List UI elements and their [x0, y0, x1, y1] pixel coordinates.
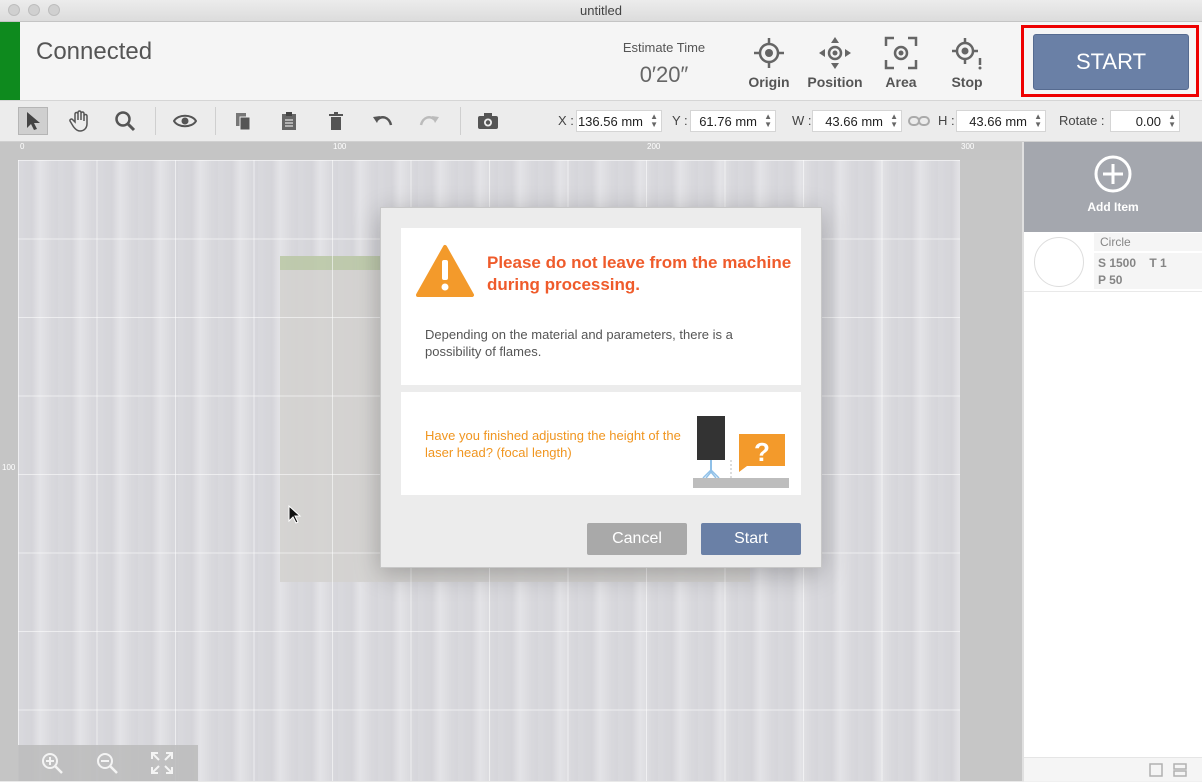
edit-toolbar: X : 136.56 mm ▲ ▼ Y : 61.76 mm ▲ ▼ W : 43.66…	[0, 101, 1202, 142]
w-label: W :	[792, 113, 812, 128]
warning-message: Depending on the material and parameters…	[425, 327, 733, 359]
area-label: Area	[885, 74, 917, 90]
rotate-value: 0.00	[1135, 114, 1161, 129]
x-position-input[interactable]: 136.56 mm ▲ ▼	[576, 110, 662, 132]
toolbar-separator	[155, 107, 156, 135]
mouse-cursor-icon	[288, 505, 302, 524]
copy-icon	[236, 113, 251, 131]
position-label: Position	[807, 74, 863, 90]
zoom-tool[interactable]	[110, 107, 140, 135]
focus-question: Have you finished adjusting the height o…	[425, 428, 681, 460]
h-stepper[interactable]: ▲ ▼	[1034, 113, 1042, 129]
x-value: 136.56 mm	[577, 114, 643, 129]
y-value: 61.76 mm	[699, 114, 757, 129]
machine-topbar: Connected Estimate Time 0′20″ Origin Pos…	[0, 22, 1202, 101]
paste-tool[interactable]	[274, 107, 304, 135]
camera-tool[interactable]	[473, 107, 503, 135]
stop-button[interactable]: Stop	[934, 32, 1000, 96]
copy-tool[interactable]	[228, 107, 258, 135]
camera-icon	[478, 113, 498, 129]
y-stepper[interactable]: ▲ ▼	[764, 113, 772, 129]
y-position-input[interactable]: 61.76 mm ▲ ▼	[690, 110, 776, 132]
w-value: 43.66 mm	[825, 114, 883, 129]
window-titlebar: untitled	[0, 0, 1202, 22]
pan-tool[interactable]	[64, 107, 94, 135]
aspect-lock-button[interactable]	[908, 114, 930, 133]
focus-check-card: Have you finished adjusting the height o…	[401, 392, 801, 495]
zoom-search-icon	[115, 111, 136, 132]
h-value: 43.66 mm	[969, 114, 1027, 129]
origin-label: Origin	[748, 74, 790, 90]
eye-preview-icon	[173, 114, 197, 128]
area-frame-icon	[884, 36, 918, 70]
y-label: Y :	[672, 113, 688, 128]
x-stepper[interactable]: ▲ ▼	[650, 113, 658, 129]
h-label: H :	[938, 113, 955, 128]
start-button[interactable]: START	[1033, 34, 1189, 90]
height-input[interactable]: 43.66 mm ▲ ▼	[956, 110, 1046, 132]
confirm-start-button[interactable]: Start	[701, 523, 801, 555]
warning-triangle-icon	[416, 245, 474, 297]
origin-button[interactable]: Origin	[736, 32, 802, 96]
start-button-highlight: START	[1021, 25, 1199, 97]
select-arrow-icon	[27, 112, 40, 130]
trash-icon	[329, 112, 343, 130]
origin-target-icon	[754, 38, 784, 68]
preview-tool[interactable]	[170, 107, 200, 135]
width-input[interactable]: 43.66 mm ▲ ▼	[812, 110, 902, 132]
delete-tool[interactable]	[321, 107, 351, 135]
window-title: untitled	[580, 3, 622, 18]
estimate-time-value: 0′20″	[639, 62, 689, 87]
warning-title: Please do not leave from the machine dur…	[487, 253, 792, 294]
estimate-time-label: Estimate Time	[622, 40, 706, 55]
cancel-button[interactable]: Cancel	[587, 523, 687, 555]
redo-icon	[419, 116, 439, 126]
stop-label: Stop	[951, 74, 983, 90]
laser-head-question-icon: ?	[693, 416, 789, 488]
w-stepper[interactable]: ▲ ▼	[890, 113, 898, 129]
rotate-input[interactable]: 0.00 ▲ ▼	[1110, 110, 1180, 132]
toolbar-separator	[460, 107, 461, 135]
undo-icon	[373, 116, 393, 126]
connection-status: Connected	[36, 38, 153, 65]
link-chain-icon	[908, 116, 930, 126]
position-button[interactable]: Position	[802, 32, 868, 96]
stop-target-icon	[952, 38, 982, 70]
x-label: X :	[558, 113, 574, 128]
safety-confirm-dialog: Please do not leave from the machine dur…	[380, 207, 822, 568]
svg-text:?: ?	[754, 437, 770, 467]
undo-tool[interactable]	[368, 107, 398, 135]
area-button[interactable]: Area	[868, 32, 934, 96]
warning-card: Please do not leave from the machine dur…	[401, 228, 801, 385]
paste-icon	[282, 112, 296, 130]
redo-tool[interactable]	[414, 107, 444, 135]
connection-status-indicator	[0, 22, 20, 100]
hand-pan-icon	[69, 110, 88, 132]
toolbar-separator	[215, 107, 216, 135]
position-move-icon	[819, 37, 851, 69]
rotate-label: Rotate :	[1059, 113, 1105, 128]
select-tool[interactable]	[18, 107, 48, 135]
rotate-stepper[interactable]: ▲ ▼	[1168, 113, 1176, 129]
